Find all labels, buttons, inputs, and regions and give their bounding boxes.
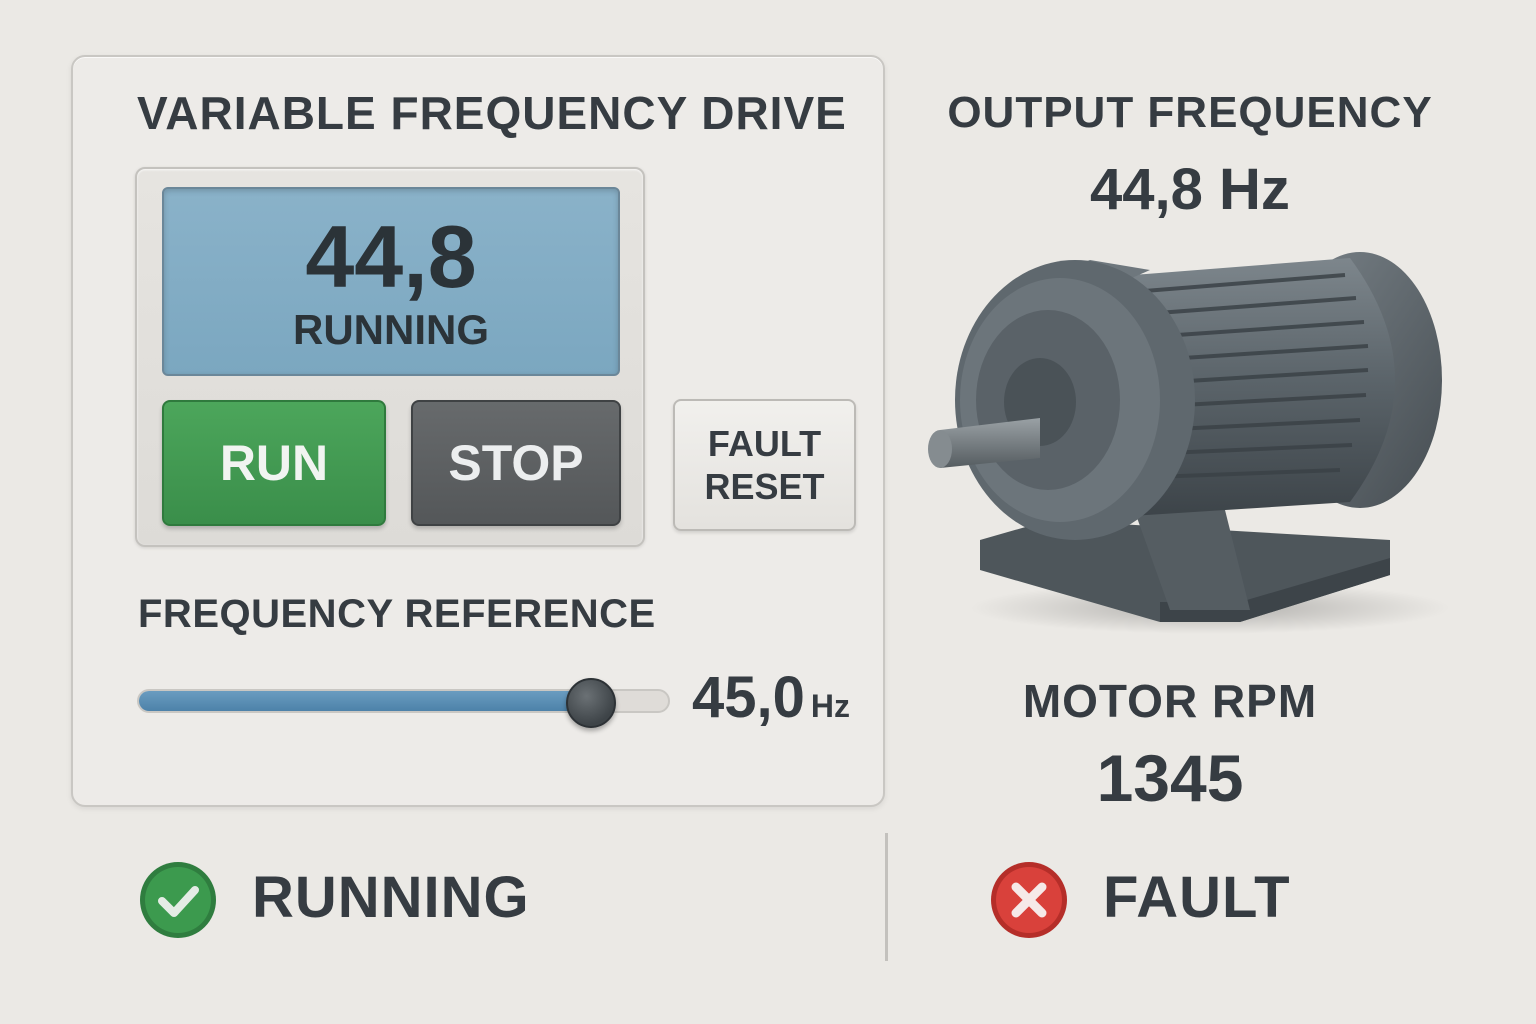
status-divider [885, 833, 888, 961]
panel-title: VARIABLE FREQUENCY DRIVE [137, 87, 847, 139]
stop-button[interactable]: STOP [411, 400, 621, 526]
motor-illustration [928, 252, 1450, 634]
frequency-reference-readout: 45,0 Hz [692, 664, 850, 731]
fault-reset-label-line1: FAULT [707, 422, 822, 464]
status-fault-label: FAULT [1103, 865, 1291, 930]
frequency-slider-thumb[interactable] [565, 678, 616, 728]
motor-rpm-label: MOTOR RPM [1022, 675, 1318, 727]
x-circle-icon [991, 862, 1067, 938]
lcd-frequency-value: 44,8 [305, 207, 477, 306]
fault-reset-button[interactable]: FAULT RESET [673, 399, 856, 531]
output-frequency-label: OUTPUT FREQUENCY [947, 88, 1433, 137]
frequency-reference-label: FREQUENCY REFERENCE [138, 592, 656, 636]
lcd-display: 44,8 RUNNING [162, 187, 620, 376]
status-running-label: RUNNING [252, 865, 530, 930]
run-button[interactable]: RUN [162, 400, 386, 526]
output-frequency-value: 44,8 Hz [1090, 157, 1290, 222]
motor-rpm-value: 1345 [1096, 741, 1244, 815]
frequency-reference-unit: Hz [810, 688, 850, 724]
lcd-status-text: RUNNING [293, 306, 489, 353]
fault-reset-label-line2: RESET [704, 466, 825, 507]
frequency-slider-fill [139, 691, 584, 711]
check-circle-icon [140, 862, 216, 938]
frequency-reference-value: 45,0 [692, 665, 805, 730]
